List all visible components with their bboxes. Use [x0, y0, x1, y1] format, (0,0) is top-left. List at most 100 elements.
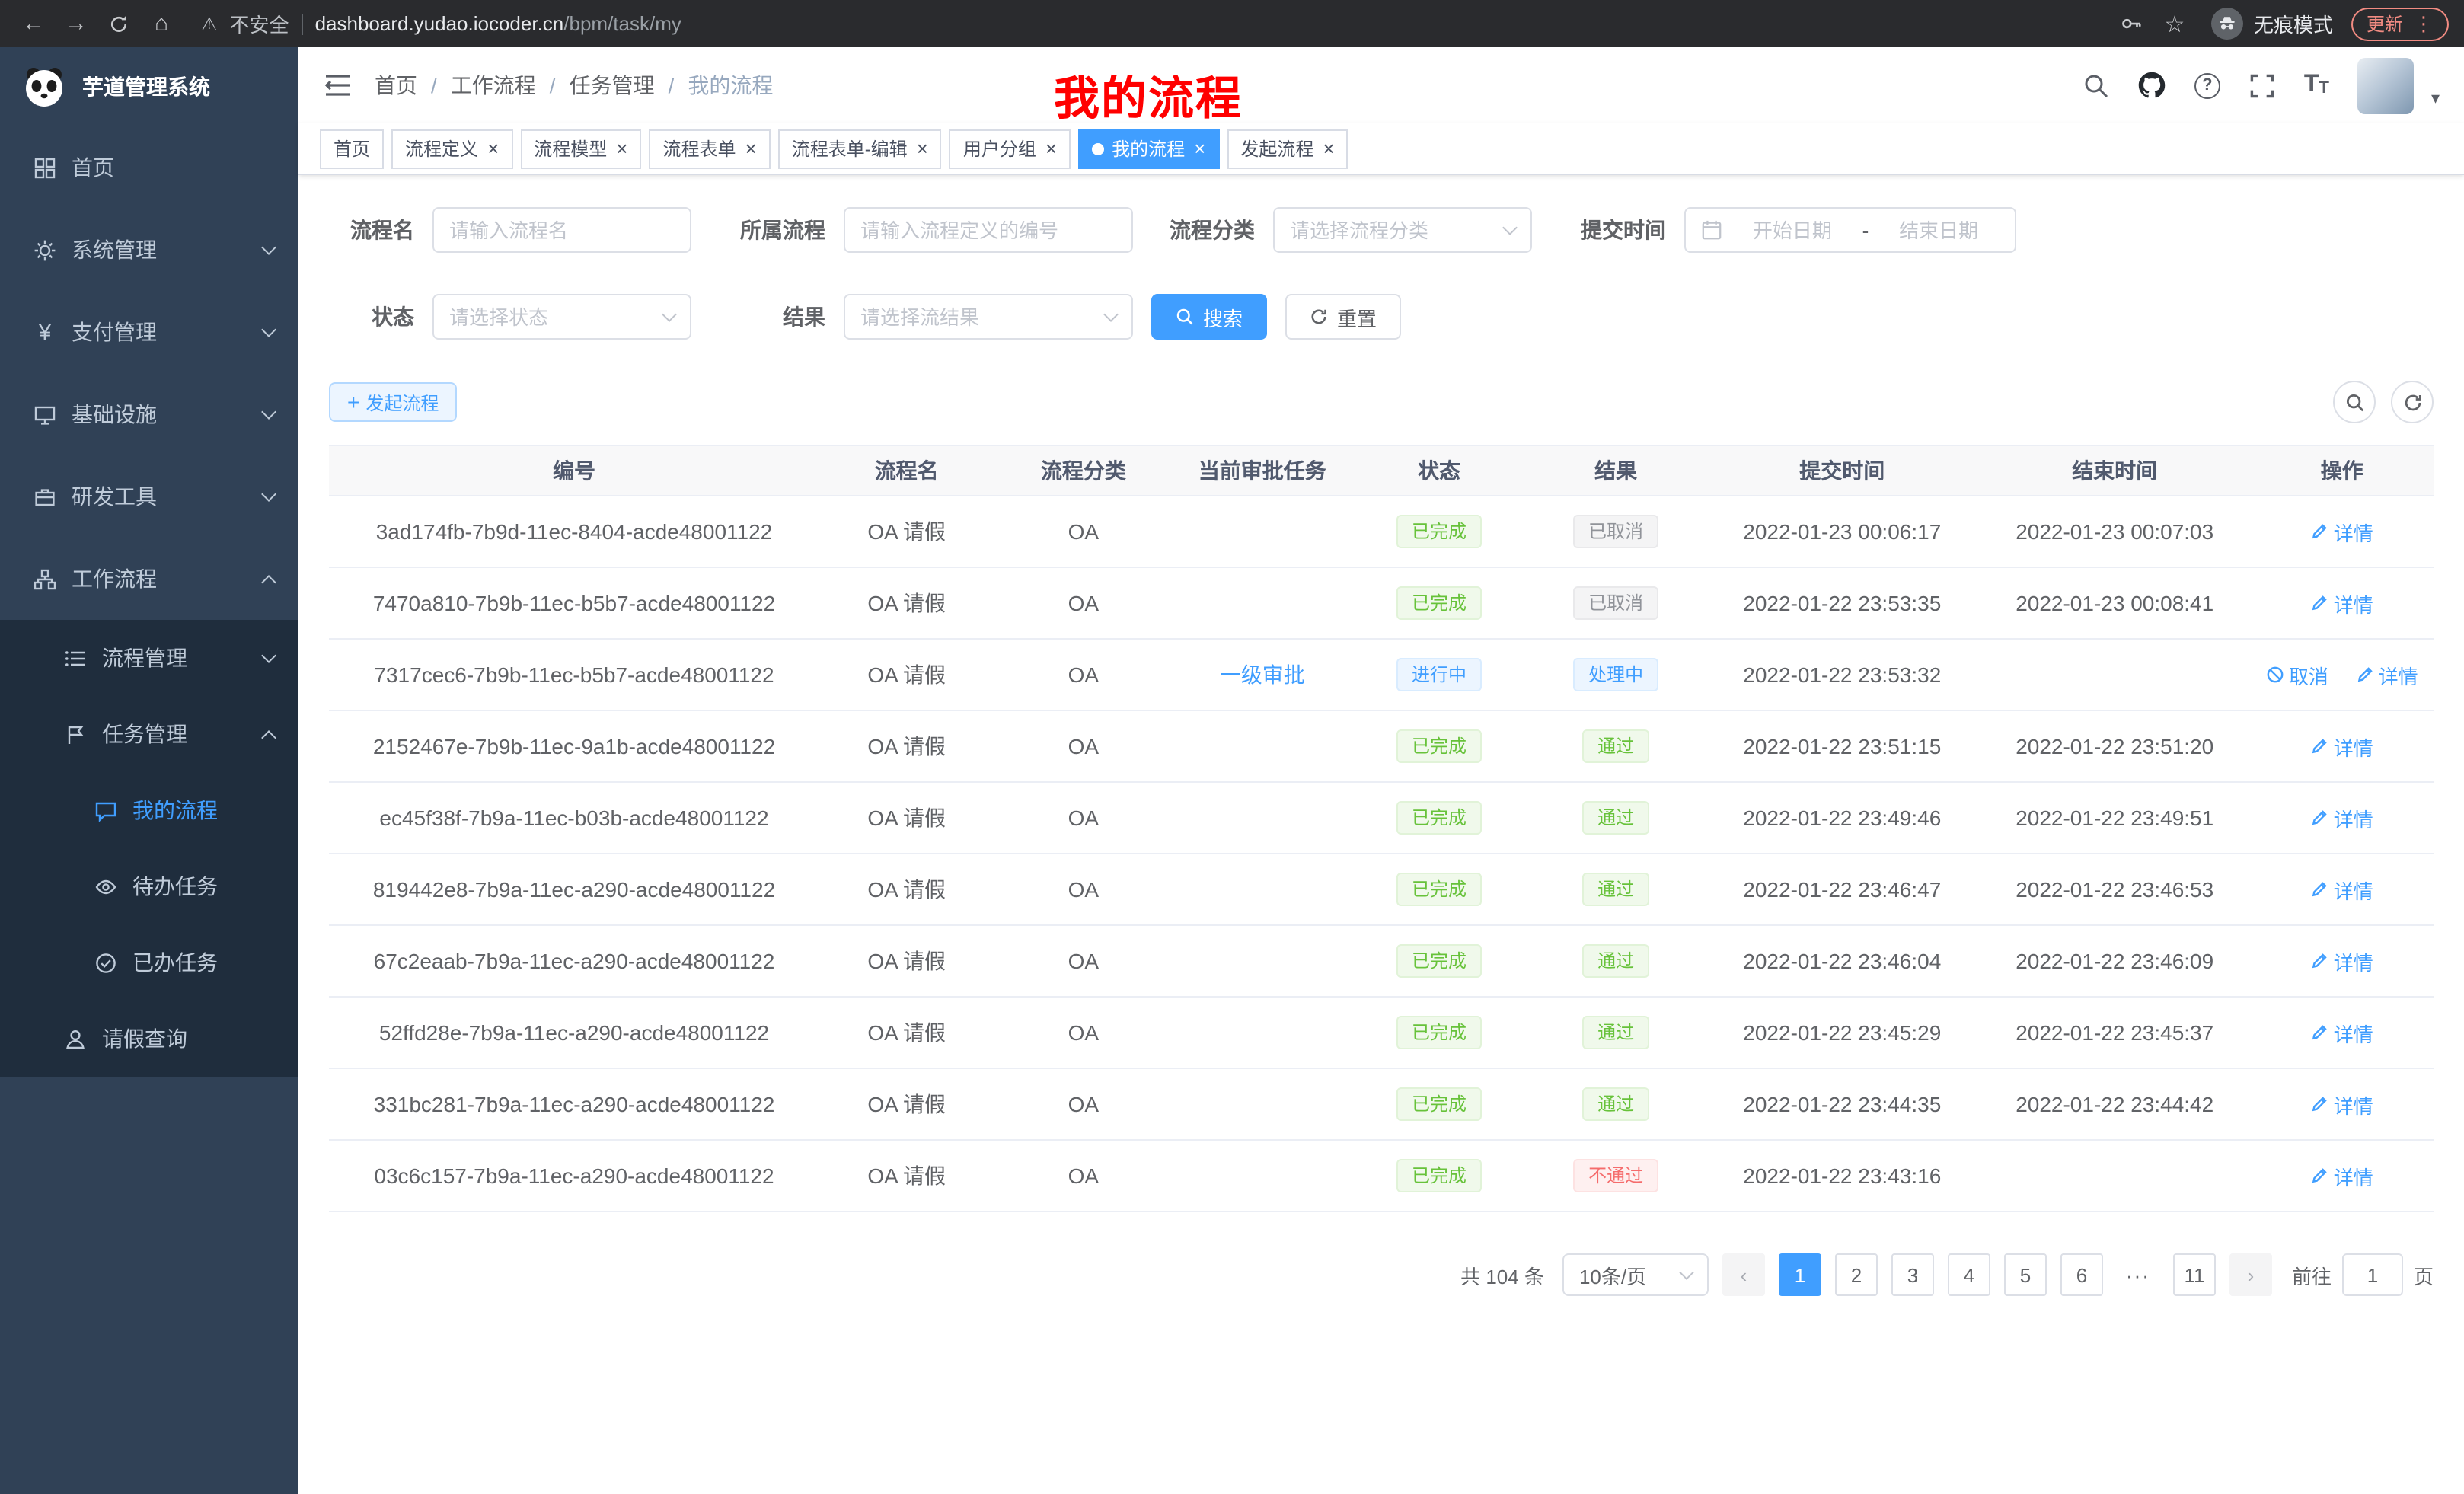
bookmark-star-icon[interactable]: ☆: [2156, 5, 2193, 42]
sidebar-item-my-process[interactable]: 我的流程: [0, 772, 298, 848]
table-row[interactable]: 2152467e-7b9b-11ec-9a1b-acde48001122 OA …: [329, 710, 2434, 782]
page-size-select[interactable]: [1562, 1253, 1709, 1296]
detail-link[interactable]: 详情: [2311, 1161, 2373, 1190]
process-name-input[interactable]: [449, 219, 675, 241]
view-tab[interactable]: 流程模型 ×: [520, 129, 641, 168]
view-tab[interactable]: 发起流程 ×: [1227, 129, 1348, 168]
tab-close-icon[interactable]: ×: [1323, 139, 1334, 158]
detail-link[interactable]: 详情: [2311, 947, 2373, 975]
sidebar-item-leave-query[interactable]: 请假查询: [0, 1001, 298, 1077]
view-tab[interactable]: 流程表单 ×: [649, 129, 770, 168]
reset-button[interactable]: 重置: [1285, 294, 1401, 340]
process-definition-input[interactable]: [860, 219, 1116, 241]
password-key-icon[interactable]: [2114, 5, 2150, 42]
sidebar-item-task-management[interactable]: 任务管理: [0, 696, 298, 772]
tab-close-icon[interactable]: ×: [616, 139, 627, 158]
detail-link[interactable]: 详情: [2311, 1090, 2373, 1119]
browser-back-icon[interactable]: ←: [15, 5, 52, 42]
page-number-button[interactable]: 4: [1948, 1253, 1990, 1296]
table-row[interactable]: 03c6c157-7b9a-11ec-a290-acde48001122 OA …: [329, 1140, 2434, 1211]
tab-close-icon[interactable]: ×: [1194, 139, 1205, 158]
security-label: 不安全: [230, 9, 289, 38]
cancel-link[interactable]: 取消: [2266, 660, 2328, 689]
detail-link[interactable]: 详情: [2311, 875, 2373, 904]
page-size-input[interactable]: [1579, 1263, 1672, 1286]
page-number-button[interactable]: 6: [2060, 1253, 2103, 1296]
search-button[interactable]: 搜索: [1151, 294, 1267, 340]
github-icon[interactable]: [2138, 72, 2166, 99]
status-select[interactable]: [432, 294, 691, 340]
tab-close-icon[interactable]: ×: [745, 139, 757, 158]
breadcrumb-item[interactable]: 工作流程: [451, 70, 536, 101]
page-number-button[interactable]: 11: [2173, 1253, 2216, 1296]
tab-close-icon[interactable]: ×: [917, 139, 928, 158]
table-row[interactable]: 331bc281-7b9a-11ec-a290-acde48001122 OA …: [329, 1068, 2434, 1140]
end-date-input[interactable]: [1878, 219, 2000, 241]
sidebar-item-devtools[interactable]: 研发工具: [0, 455, 298, 538]
tab-close-icon[interactable]: ×: [1045, 139, 1057, 158]
toggle-search-button[interactable]: [2333, 381, 2376, 423]
table-row[interactable]: ec45f38f-7b9a-11ec-b03b-acde48001122 OA …: [329, 782, 2434, 854]
font-size-icon[interactable]: TT: [2304, 73, 2329, 97]
page-number-button[interactable]: 5: [2004, 1253, 2047, 1296]
prev-page-button[interactable]: ‹: [1722, 1253, 1765, 1296]
table-row[interactable]: 7470a810-7b9b-11ec-b5b7-acde48001122 OA …: [329, 567, 2434, 639]
browser-update-button[interactable]: 更新 ⋮: [2351, 7, 2449, 40]
table-row[interactable]: 7317cec6-7b9b-11ec-b5b7-acde48001122 OA …: [329, 639, 2434, 710]
breadcrumb-item[interactable]: 任务管理: [570, 70, 655, 101]
breadcrumb-item[interactable]: 首页: [375, 70, 417, 101]
detail-link[interactable]: 详情: [2311, 1018, 2373, 1047]
refresh-table-button[interactable]: [2391, 381, 2434, 423]
browser-home-icon[interactable]: ⌂: [143, 5, 180, 42]
sidebar-item-done-tasks[interactable]: 已办任务: [0, 924, 298, 1001]
sidebar-toggle-icon[interactable]: [323, 70, 353, 101]
view-tab[interactable]: 流程定义 ×: [391, 129, 512, 168]
sidebar-item-process-management[interactable]: 流程管理: [0, 620, 298, 696]
status-label: 状态: [329, 302, 432, 332]
avatar-caret-icon[interactable]: ▾: [2431, 88, 2440, 113]
sidebar-item-workflow[interactable]: 工作流程: [0, 538, 298, 620]
table-row[interactable]: 3ad174fb-7b9d-11ec-8404-acde48001122 OA …: [329, 496, 2434, 567]
view-tab[interactable]: 流程表单-编辑 ×: [778, 129, 942, 168]
result-select[interactable]: [844, 294, 1133, 340]
search-icon[interactable]: [2083, 72, 2109, 98]
sidebar-item-home[interactable]: 首页: [0, 126, 298, 209]
sidebar-item-todo-tasks[interactable]: 待办任务: [0, 848, 298, 924]
browser-forward-icon[interactable]: →: [58, 5, 94, 42]
help-icon[interactable]: ?: [2194, 72, 2220, 98]
category-select-input[interactable]: [1290, 219, 1495, 241]
goto-page-input[interactable]: [2342, 1253, 2403, 1296]
next-page-button[interactable]: ›: [2229, 1253, 2272, 1296]
result-select-input[interactable]: [860, 305, 1096, 328]
sidebar-item-system[interactable]: 系统管理: [0, 209, 298, 291]
view-tab[interactable]: 用户分组 ×: [950, 129, 1071, 168]
sidebar-item-infrastructure[interactable]: 基础设施: [0, 373, 298, 455]
tab-close-icon[interactable]: ×: [487, 139, 499, 158]
date-range-picker[interactable]: -: [1684, 207, 2016, 253]
view-tab[interactable]: 我的流程 ×: [1078, 129, 1219, 168]
browser-menu-icon[interactable]: ⋮: [2414, 11, 2434, 36]
page-number-button[interactable]: ···: [2117, 1253, 2159, 1296]
detail-link[interactable]: 详情: [2356, 660, 2418, 689]
table-row[interactable]: 52ffd28e-7b9a-11ec-a290-acde48001122 OA …: [329, 997, 2434, 1068]
category-select[interactable]: [1273, 207, 1532, 253]
page-number-button[interactable]: 1: [1779, 1253, 1821, 1296]
page-number-button[interactable]: 3: [1891, 1253, 1934, 1296]
page-number-button[interactable]: 2: [1835, 1253, 1878, 1296]
detail-link[interactable]: 详情: [2311, 732, 2373, 761]
sidebar-item-payment[interactable]: ¥ 支付管理: [0, 291, 298, 373]
detail-link[interactable]: 详情: [2311, 517, 2373, 546]
detail-link[interactable]: 详情: [2311, 803, 2373, 832]
start-date-input[interactable]: [1732, 219, 1853, 241]
fullscreen-icon[interactable]: [2249, 72, 2275, 98]
table-row[interactable]: 67c2eaab-7b9a-11ec-a290-acde48001122 OA …: [329, 925, 2434, 997]
current-task-link[interactable]: 一级审批: [1220, 662, 1305, 687]
start-process-button[interactable]: + 发起流程: [329, 382, 457, 422]
status-select-input[interactable]: [449, 305, 655, 328]
browser-reload-icon[interactable]: [101, 5, 137, 42]
view-tab[interactable]: 首页: [320, 129, 384, 168]
user-avatar[interactable]: [2358, 57, 2415, 113]
address-bar[interactable]: ⚠ 不安全 dashboard.yudao.iocoder.cn/bpm/tas…: [201, 5, 2092, 42]
detail-link[interactable]: 详情: [2311, 589, 2373, 618]
table-row[interactable]: 819442e8-7b9a-11ec-a290-acde48001122 OA …: [329, 854, 2434, 925]
